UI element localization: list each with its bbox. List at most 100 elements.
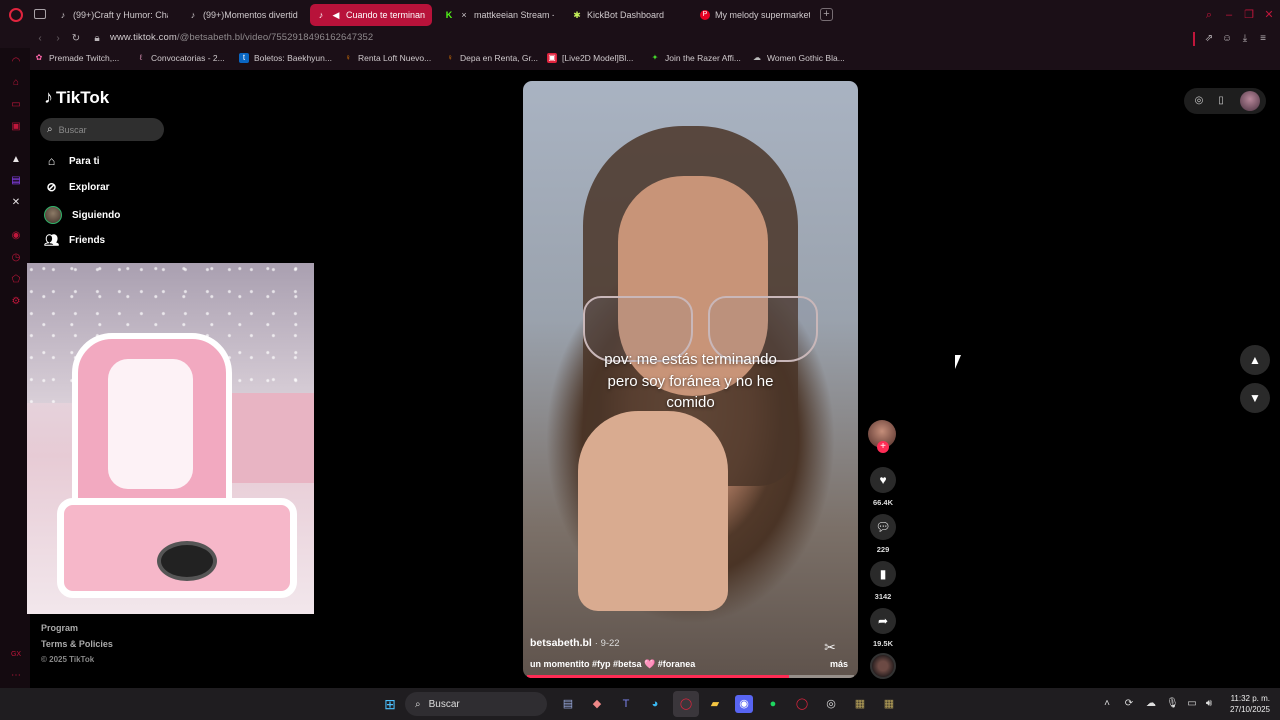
cloud-icon[interactable]: ☁ [1145,698,1157,710]
extensions-icon[interactable]: ⬠ [10,274,22,286]
nav-siguiendo[interactable]: Siguiendo [44,206,120,224]
bookmark-live2d-model[interactable]: ▣ [Live2D Model]Bl... [547,53,633,63]
next-video-button[interactable]: ▼ [1240,383,1270,413]
nav-explorar[interactable]: ⊘ Explorar [44,180,109,195]
spotify-icon[interactable]: ● [764,695,782,713]
music-disc[interactable] [870,653,896,679]
settings-icon[interactable]: ⚙ [10,296,22,308]
obs-icon[interactable]: ◎ [822,695,840,713]
video-caption: pov: me estás terminando pero soy foráne… [604,351,777,411]
video-player[interactable]: pov: me estás terminando pero soy foráne… [523,81,858,678]
like-action[interactable]: ♥ 66.4K [868,467,898,507]
opera-gx-icon[interactable]: ◯ [677,695,695,713]
share-arrow-icon[interactable]: ➦ [870,608,896,634]
share-action[interactable]: ➦ 19.5K [868,608,898,648]
opera-icon[interactable]: ◯ [793,695,811,713]
bookmark-convocatorias[interactable]: ℓ Convocatorias - 2... [136,53,225,63]
search-input[interactable] [58,124,149,135]
webcam-overlay[interactable] [27,263,314,614]
forward-icon[interactable]: › [52,33,64,45]
bookmark-depa-renta[interactable]: ♀ Depa en Renta, Gr... [445,53,538,63]
tiktok-icon: ♪ [190,10,196,20]
opera-logo-icon[interactable] [9,8,23,22]
more-icon[interactable]: ⋯ [10,670,22,682]
taskbar-search[interactable]: ⌕ Buscar [405,692,547,716]
tab-cuando-te-terminan[interactable]: ♪ ◀ Cuando te terminan s [310,4,432,26]
video-hand [578,411,728,611]
search-box[interactable]: ⌕ [40,118,164,141]
footer-terms-link[interactable]: Terms & Policies [41,639,113,649]
muted-speaker-icon[interactable]: × [459,10,469,20]
tab-mattkeeian-stream[interactable]: K × mattkeeian Stream - V [438,4,560,26]
news-icon[interactable]: ▣ [10,121,22,133]
url-field[interactable]: www.tiktok.com/@betsabeth.bl/video/75529… [110,32,373,43]
twitch-icon[interactable]: ▤ [10,175,22,187]
microphone-icon[interactable]: 🎙︎ [1166,698,1179,710]
volume-icon[interactable]: 🔊︎ [1203,698,1215,710]
tab-my-melody[interactable]: P My melody supermarket [694,4,816,26]
gx-icon[interactable]: GX [10,649,22,661]
save-action[interactable]: ▮ 3142 [868,561,898,601]
bookmark-boletos[interactable]: t Boletos: Baekhyun... [239,53,332,63]
coin-icon[interactable]: ◎ [1193,95,1205,107]
minimize-icon[interactable]: – [1223,9,1235,21]
video-progress-bar[interactable] [527,675,854,678]
menu-icon[interactable]: ≡ [1257,33,1269,45]
history-icon[interactable]: ◷ [10,252,22,264]
reload-icon[interactable]: ↻ [70,33,82,45]
copilot-icon[interactable]: ◆ [588,695,606,713]
nav-friends[interactable]: 👥︎ Friends [44,233,105,248]
edge-icon[interactable]: ◕ [646,695,664,713]
tiktok-sidebar-icon[interactable]: ▲ [10,154,22,166]
download-icon[interactable]: ⤓ [1239,33,1251,45]
comment-icon[interactable]: 💬︎ [870,514,896,540]
capcut-icon[interactable]: ✂ [820,639,840,655]
video-author[interactable]: betsabeth.bl · 9-22 [530,637,620,649]
network-icon[interactable]: ▭ [1186,698,1198,710]
gaming-icon[interactable]: ⌂ [10,77,22,89]
bookmark-renta-loft[interactable]: ♀ Renta Loft Nuevo... [343,53,431,63]
minecraft-icon[interactable]: ▦ [851,695,869,713]
share-icon[interactable]: ⇗ [1203,33,1215,45]
teams-icon[interactable]: T [617,695,635,713]
restore-icon[interactable]: ❐ [1243,9,1255,21]
windows-start-icon[interactable]: ⊞ [381,695,399,713]
player-icon[interactable]: ◉ [10,230,22,242]
more-link[interactable]: más [830,659,848,669]
tab-craft-humor[interactable]: ♪ (99+)Craft y Humor: Cha [52,4,174,26]
sync-icon[interactable]: ⟳ [1123,698,1135,710]
follow-plus-icon[interactable]: + [877,441,889,453]
user-avatar[interactable] [1240,91,1260,111]
messenger-icon[interactable]: ▭ [10,99,22,111]
tiktok-logo[interactable]: ♪ TikTok [44,87,109,108]
footer-program-link[interactable]: Program [41,623,78,633]
comment-action[interactable]: 💬︎ 229 [868,514,898,554]
heart-icon[interactable]: ♥ [870,467,896,493]
lock-icon[interactable]: 🔒︎ [91,33,103,45]
close-icon[interactable]: ✕ [1263,9,1275,21]
tab-overview-icon[interactable] [34,9,46,19]
bookmark-razer-affiliate[interactable]: ✦ Join the Razer Affi... [650,53,741,63]
discord-icon[interactable]: ◉ [735,695,753,713]
nav-para-ti[interactable]: ⌂ Para ti [44,154,100,169]
profile-icon[interactable]: ☺ [1221,33,1233,45]
bookmark-icon[interactable]: ▮ [870,561,896,587]
device-icon[interactable]: ▯ [1215,95,1227,107]
copyright: © 2025 TikTok [41,655,95,664]
back-icon[interactable]: ‹ [34,33,46,45]
tab-momentos-divertidos[interactable]: ♪ (99+)Momentos divertido [182,4,304,26]
new-tab-button[interactable]: + [820,8,833,21]
system-clock[interactable]: 11:32 p. m. 27/10/2025 [1224,693,1270,715]
x-icon[interactable]: ✕ [10,197,22,209]
minecraft-launcher-icon[interactable]: ▦ [880,695,898,713]
search-tabs-icon[interactable]: ⌕ [1203,9,1215,21]
tab-kickbot-dashboard[interactable]: ✱ KickBot Dashboard [566,4,688,26]
chevron-up-icon[interactable]: ˄ [1101,698,1113,710]
file-explorer-icon[interactable]: ▰ [706,695,724,713]
previous-video-button[interactable]: ▲ [1240,345,1270,375]
bookmark-women-gothic[interactable]: ☁ Women Gothic Bla... [752,53,845,63]
bookmark-premade-twitch[interactable]: ✿ Premade Twitch,... [34,53,120,63]
speaker-icon[interactable]: ◀ [331,10,341,20]
aria-icon[interactable]: ◠ [10,56,22,68]
task-view-icon[interactable]: ▤ [559,695,577,713]
